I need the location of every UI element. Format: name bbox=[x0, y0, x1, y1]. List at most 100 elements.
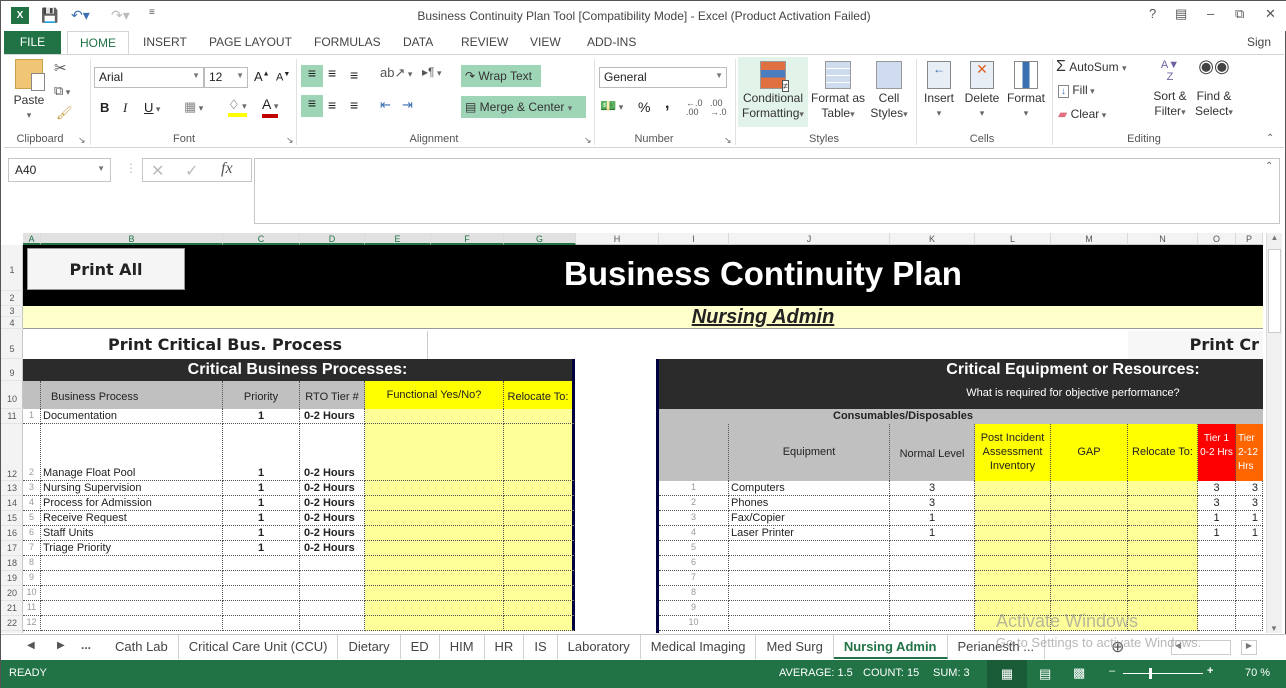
zoom-slider-thumb[interactable] bbox=[1149, 668, 1152, 679]
help-icon[interactable]: ? bbox=[1149, 6, 1156, 21]
wrap-text-button[interactable]: ↷ Wrap Text bbox=[461, 65, 541, 87]
bottom-align-button[interactable]: ≡ bbox=[350, 67, 358, 83]
equipment-gap[interactable] bbox=[1051, 526, 1128, 541]
tab-insert[interactable]: INSERT bbox=[135, 31, 195, 54]
equipment-tier-1[interactable]: 3 bbox=[1198, 481, 1236, 496]
print-critical-resources-button[interactable]: Print Cr bbox=[1128, 331, 1263, 359]
process-rto[interactable]: 0-2 Hours bbox=[300, 481, 365, 496]
equipment-row-number[interactable]: 4 bbox=[659, 526, 729, 541]
sheet-tab-nursing-admin[interactable]: Nursing Admin bbox=[833, 635, 948, 659]
italic-button[interactable]: I bbox=[123, 100, 127, 116]
equipment-relocate[interactable] bbox=[1128, 616, 1198, 631]
process-priority[interactable]: 1 bbox=[223, 481, 300, 496]
row-header[interactable]: 12 bbox=[1, 424, 23, 481]
process-priority[interactable]: 1 bbox=[223, 511, 300, 526]
sheet-tab-ed[interactable]: ED bbox=[401, 635, 440, 659]
process-functional[interactable] bbox=[365, 424, 504, 481]
equipment-normal-level[interactable] bbox=[890, 541, 975, 556]
process-functional[interactable] bbox=[365, 556, 504, 571]
process-functional[interactable] bbox=[365, 616, 504, 631]
process-priority[interactable]: 1 bbox=[223, 541, 300, 556]
paste-button[interactable]: Paste ▾ bbox=[10, 59, 48, 123]
process-rto[interactable]: 0-2 Hours bbox=[300, 541, 365, 556]
tab-page-layout[interactable]: PAGE LAYOUT bbox=[201, 31, 300, 54]
process-rto[interactable] bbox=[300, 556, 365, 571]
equipment-relocate[interactable] bbox=[1128, 571, 1198, 586]
process-rto[interactable] bbox=[300, 601, 365, 616]
process-name[interactable]: Nursing Supervision bbox=[41, 481, 223, 496]
equipment-gap[interactable] bbox=[1051, 571, 1128, 586]
conditional-formatting-button[interactable]: ≠ Conditional Formatting▾ bbox=[738, 57, 808, 127]
decrease-decimal-icon[interactable]: .00 →.0 bbox=[710, 99, 727, 117]
fill-button[interactable]: ↓ Fill ▾ bbox=[1058, 83, 1095, 99]
equipment-relocate[interactable] bbox=[1128, 601, 1198, 616]
equipment-row-number[interactable]: 7 bbox=[659, 571, 729, 586]
number-launcher-icon[interactable]: ↘ bbox=[724, 135, 732, 146]
collapse-ribbon-icon[interactable]: ⌃ bbox=[1266, 133, 1274, 144]
process-row-number[interactable]: 3 bbox=[23, 481, 41, 496]
equipment-normal-level[interactable] bbox=[890, 571, 975, 586]
tab-add-ins[interactable]: ADD-INS bbox=[579, 31, 644, 54]
equipment-post-incident[interactable] bbox=[975, 541, 1051, 556]
insert-cells-button[interactable]: ← Insert ▾ bbox=[918, 57, 960, 121]
increase-decimal-icon[interactable]: ←.0.00 bbox=[686, 99, 703, 117]
process-rto[interactable] bbox=[300, 616, 365, 631]
equipment-name[interactable]: Fax/Copier bbox=[729, 511, 890, 526]
process-row-number[interactable]: 1 bbox=[23, 409, 41, 424]
font-family-select[interactable]: Arial ▼ bbox=[94, 67, 204, 88]
align-right-button[interactable]: ≡ bbox=[350, 97, 358, 113]
minimize-icon[interactable]: – bbox=[1207, 6, 1214, 21]
tab-formulas[interactable]: FORMULAS bbox=[306, 31, 389, 54]
zoom-slider[interactable] bbox=[1123, 668, 1203, 679]
copy-icon[interactable]: ⧉ ▾ bbox=[54, 83, 70, 99]
process-priority[interactable]: 1 bbox=[223, 526, 300, 541]
process-name[interactable]: Receive Request bbox=[41, 511, 223, 526]
row-header[interactable]: 9 bbox=[1, 359, 23, 381]
decrease-indent-icon[interactable]: ⇤ bbox=[380, 97, 391, 113]
equipment-tier-2[interactable] bbox=[1236, 601, 1263, 616]
equipment-row-number[interactable]: 8 bbox=[659, 586, 729, 601]
column-header-b[interactable]: B bbox=[41, 233, 223, 245]
equipment-relocate[interactable] bbox=[1128, 481, 1198, 496]
process-rto[interactable]: 0-2 Hours bbox=[300, 409, 365, 424]
equipment-name[interactable] bbox=[729, 541, 890, 556]
sort-filter-button[interactable]: A▼ Z Sort & Filter▾ bbox=[1150, 59, 1190, 120]
borders-icon[interactable]: ▦ ▾ bbox=[184, 99, 203, 115]
clipboard-launcher-icon[interactable]: ↘ bbox=[78, 135, 86, 146]
print-all-button[interactable]: Print All bbox=[27, 248, 185, 290]
collapse-formula-bar-icon[interactable]: ⌃ bbox=[1265, 161, 1273, 172]
process-name[interactable]: Process for Admission bbox=[41, 496, 223, 511]
text-direction-icon[interactable]: ▸¶ ▾ bbox=[422, 65, 442, 79]
process-functional[interactable] bbox=[365, 511, 504, 526]
sheet-tab-cath-lab[interactable]: Cath Lab bbox=[105, 635, 179, 659]
equipment-relocate[interactable] bbox=[1128, 511, 1198, 526]
equipment-tier-1[interactable] bbox=[1198, 616, 1236, 631]
sheet-tab-med-surg[interactable]: Med Surg bbox=[756, 635, 834, 659]
row-header[interactable]: 3 bbox=[1, 306, 23, 317]
row-header[interactable]: 21 bbox=[1, 601, 23, 616]
process-relocate[interactable] bbox=[504, 601, 575, 616]
next-sheet-icon[interactable]: ▶ bbox=[57, 640, 65, 651]
equipment-tier-1[interactable]: 1 bbox=[1198, 526, 1236, 541]
cancel-formula-icon[interactable]: ✕ bbox=[151, 161, 164, 181]
equipment-tier-2[interactable]: 1 bbox=[1236, 526, 1263, 541]
process-priority[interactable]: 1 bbox=[223, 424, 300, 481]
alignment-launcher-icon[interactable]: ↘ bbox=[584, 135, 592, 146]
process-functional[interactable] bbox=[365, 541, 504, 556]
top-align-button[interactable]: ≡ bbox=[301, 65, 323, 87]
process-priority[interactable]: 1 bbox=[223, 496, 300, 511]
process-relocate[interactable] bbox=[504, 496, 575, 511]
process-rto[interactable]: 0-2 Hours bbox=[300, 526, 365, 541]
row-header[interactable]: 14 bbox=[1, 496, 23, 511]
font-color-icon[interactable]: A ▾ bbox=[262, 97, 279, 118]
process-relocate[interactable] bbox=[504, 556, 575, 571]
process-functional[interactable] bbox=[365, 586, 504, 601]
equipment-name[interactable]: Computers bbox=[729, 481, 890, 496]
equipment-post-incident[interactable] bbox=[975, 496, 1051, 511]
process-relocate[interactable] bbox=[504, 481, 575, 496]
equipment-gap[interactable] bbox=[1051, 481, 1128, 496]
equipment-tier-1[interactable]: 3 bbox=[1198, 496, 1236, 511]
process-priority[interactable]: 1 bbox=[223, 409, 300, 424]
equipment-relocate[interactable] bbox=[1128, 586, 1198, 601]
equipment-gap[interactable] bbox=[1051, 541, 1128, 556]
